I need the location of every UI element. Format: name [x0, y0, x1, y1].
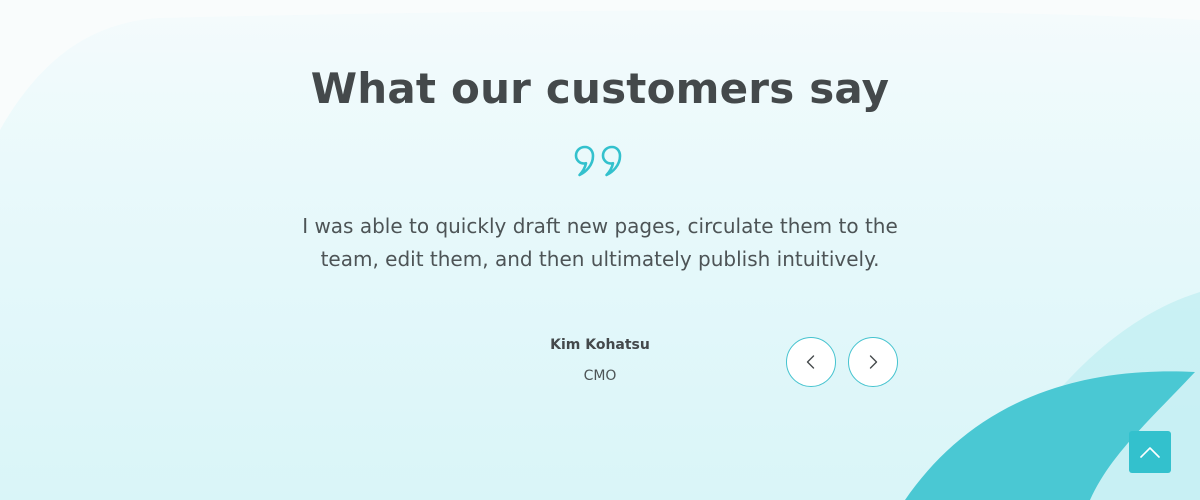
author-name: Kim Kohatsu	[550, 337, 650, 353]
previous-testimonial-button[interactable]	[786, 337, 836, 387]
testimonial-quote: I was able to quickly draft new pages, c…	[302, 214, 898, 271]
scroll-to-top-button[interactable]	[1129, 431, 1171, 473]
chevron-up-icon	[1140, 447, 1160, 458]
chevron-right-icon	[869, 355, 878, 369]
next-testimonial-button[interactable]	[848, 337, 898, 387]
author-role: CMO	[583, 368, 617, 384]
chevron-left-icon	[806, 355, 815, 369]
testimonial-section: What our customers say I was able to qui…	[0, 0, 1200, 500]
quote-mark-icon	[574, 145, 622, 177]
section-title: What our customers say	[310, 64, 890, 113]
